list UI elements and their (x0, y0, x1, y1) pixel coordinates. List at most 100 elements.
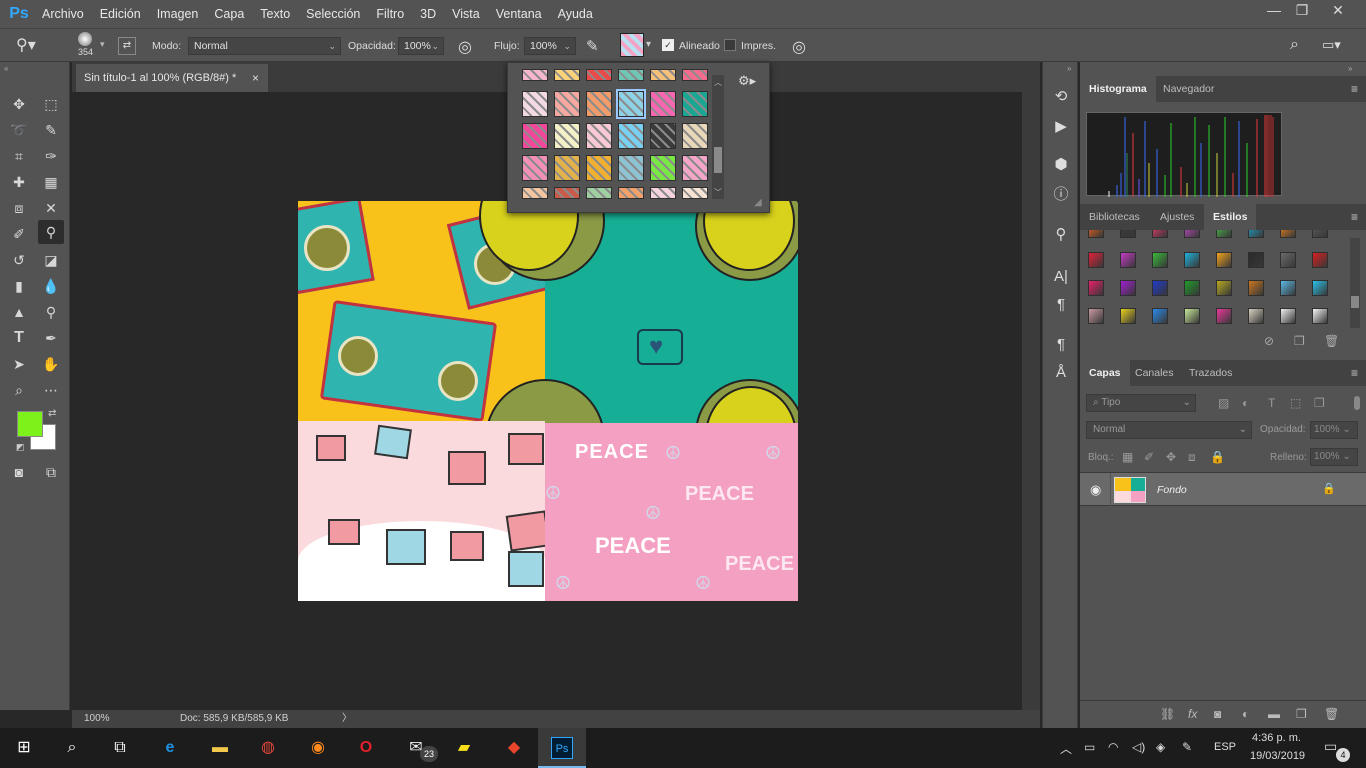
pressure-size-icon[interactable]: ◎ (792, 37, 806, 57)
lock-paint-icon[interactable]: ✐ (1144, 450, 1154, 464)
document-canvas[interactable]: ♥ PEACE PEACE PEACE PEACE ☮ ☮ ☮ ☮ ☮ ☮ (298, 201, 798, 601)
clock-time[interactable]: 4:36 p. m. (1252, 732, 1301, 744)
paragraph-styles-icon[interactable]: ¶ (1043, 332, 1079, 358)
style-swatch[interactable] (1120, 280, 1136, 296)
chrome-icon[interactable]: ◍ (244, 728, 292, 768)
clone-stamp-tool-icon[interactable]: ⚲ (38, 220, 64, 244)
pattern-thumbnail[interactable] (586, 91, 612, 117)
menu-texto[interactable]: Texto (252, 0, 298, 28)
layer-name[interactable]: Fondo (1157, 484, 1187, 496)
pattern-thumbnail[interactable] (682, 155, 708, 181)
pattern-thumbnail[interactable] (522, 69, 548, 81)
pattern-thumbnail[interactable] (586, 187, 612, 199)
menu-3d[interactable]: 3D (412, 0, 444, 28)
pattern-thumbnail[interactable] (586, 155, 612, 181)
pen-tool-icon[interactable]: ✒ (38, 326, 64, 350)
search-icon[interactable]: ⌕ (1290, 36, 1299, 54)
impressionist-checkbox[interactable] (724, 39, 736, 51)
document-tab[interactable]: Sin título-1 al 100% (RGB/8#) * × (76, 64, 268, 92)
picker-settings-icon[interactable]: ⚙▸ (738, 73, 756, 89)
expand-panels-icon[interactable]: » (1067, 64, 1071, 73)
layers-menu-icon[interactable]: ≡ (1351, 366, 1358, 380)
pressure-opacity-icon[interactable]: ◎ (458, 37, 472, 57)
workspace-icon[interactable]: ▭▾ (1322, 37, 1348, 53)
pattern-thumbnail[interactable] (682, 69, 708, 81)
tab-capas[interactable]: Capas (1080, 360, 1130, 386)
style-swatch[interactable] (1280, 280, 1296, 296)
pattern-thumbnail[interactable] (682, 187, 708, 199)
eraser-tool-icon[interactable]: ◪ (38, 248, 64, 272)
brush-chevron-icon[interactable]: ▾ (100, 39, 105, 50)
scroll-up-icon[interactable]: ︿ (714, 77, 722, 88)
zoom-level[interactable]: 100% (84, 710, 110, 728)
move-tool-icon[interactable]: ✥ (6, 92, 32, 116)
layer-opacity-input[interactable]: 100% ⌄ (1310, 421, 1358, 439)
pattern-thumbnail[interactable] (586, 69, 612, 81)
pen-icon[interactable]: ✎ (1182, 740, 1192, 754)
3d-icon[interactable]: ⬢ (1043, 152, 1079, 178)
healing-brush-tool-icon[interactable]: ▦ (38, 170, 64, 194)
styles-menu-icon[interactable]: ≡ (1351, 210, 1358, 224)
smudge-tool-icon[interactable]: ⚲ (38, 300, 64, 324)
style-swatch[interactable] (1120, 308, 1136, 324)
style-swatch[interactable] (1152, 308, 1168, 324)
foreground-color-swatch[interactable] (17, 411, 43, 437)
menu-archivo[interactable]: Archivo (34, 0, 92, 28)
menu-seleccion[interactable]: Selección (298, 0, 368, 28)
content-aware-move-icon[interactable]: ✕ (38, 196, 64, 220)
pattern-thumbnail[interactable] (650, 123, 676, 149)
brush-preview-icon[interactable] (78, 32, 92, 46)
eyedropper-tool-icon[interactable]: ✑ (38, 144, 64, 168)
tab-trazados[interactable]: Trazados (1180, 360, 1241, 386)
layer-row-fondo[interactable]: ◉ Fondo 🔒 (1080, 472, 1366, 507)
layer-filter-input[interactable]: ⌕ Tipo ⌄ (1086, 394, 1196, 412)
lock-move-icon[interactable]: ✥ (1166, 450, 1176, 464)
mode-select[interactable]: Normal ⌄ (188, 37, 341, 55)
style-swatch[interactable] (1312, 252, 1328, 268)
close-button[interactable]: ✕ (1320, 0, 1356, 22)
layer-effects-icon[interactable]: fx (1188, 707, 1197, 721)
fill-input[interactable]: 100% ⌄ (1310, 448, 1358, 466)
pattern-thumbnail[interactable] (618, 187, 644, 199)
blur-tool-icon[interactable]: 💧 (38, 274, 64, 298)
layer-lock-icon[interactable]: 🔒 (1322, 482, 1336, 495)
style-swatch[interactable] (1280, 252, 1296, 268)
sticky-notes-icon[interactable]: ▰ (440, 728, 488, 768)
close-tab-icon[interactable]: × (252, 64, 259, 92)
status-arrow-icon[interactable]: 〉 (342, 710, 352, 728)
pattern-thumbnail[interactable] (650, 69, 676, 81)
style-swatch[interactable] (1216, 280, 1232, 296)
quick-mask-icon[interactable]: ◙ (6, 460, 32, 484)
style-swatch[interactable] (1248, 230, 1264, 238)
style-swatch[interactable] (1216, 230, 1232, 238)
filter-shape-icon[interactable]: ⬚ (1290, 396, 1301, 410)
tab-histograma[interactable]: Histograma (1080, 76, 1156, 102)
pattern-thumbnail[interactable] (554, 155, 580, 181)
photoshop-taskbar-icon[interactable]: Ps (538, 728, 586, 768)
pattern-thumbnail[interactable] (554, 187, 580, 199)
style-swatch[interactable] (1280, 308, 1296, 324)
tab-navegador[interactable]: Navegador (1154, 76, 1223, 102)
pattern-swatch-icon[interactable] (620, 33, 644, 57)
aligned-checkbox[interactable]: ✓ (662, 39, 674, 51)
pattern-thumbnail[interactable] (554, 123, 580, 149)
crop-tool-icon[interactable]: ⌗ (6, 144, 32, 168)
layer-mask-icon[interactable]: ◙ (1214, 707, 1221, 721)
menu-ventana[interactable]: Ventana (488, 0, 550, 28)
language-indicator[interactable]: ESP (1214, 741, 1236, 753)
pattern-thumbnail[interactable] (650, 155, 676, 181)
file-explorer-icon[interactable]: ▬ (196, 728, 244, 768)
resize-grip-icon[interactable]: ◢ (754, 197, 762, 208)
pattern-thumbnail[interactable] (618, 155, 644, 181)
menu-ayuda[interactable]: Ayuda (550, 0, 601, 28)
start-icon[interactable]: ⊞ (0, 728, 48, 768)
dropbox-icon[interactable]: ◈ (1156, 740, 1165, 754)
style-swatch[interactable] (1120, 252, 1136, 268)
character-styles-icon[interactable]: Å (1043, 360, 1079, 386)
pattern-thumbnail[interactable] (618, 69, 644, 81)
style-swatch[interactable] (1248, 252, 1264, 268)
airbrush-icon[interactable]: ✎ (586, 37, 599, 55)
style-swatch[interactable] (1280, 230, 1296, 238)
pattern-thumbnail[interactable] (682, 91, 708, 117)
new-layer-icon[interactable]: ❐ (1296, 707, 1307, 721)
